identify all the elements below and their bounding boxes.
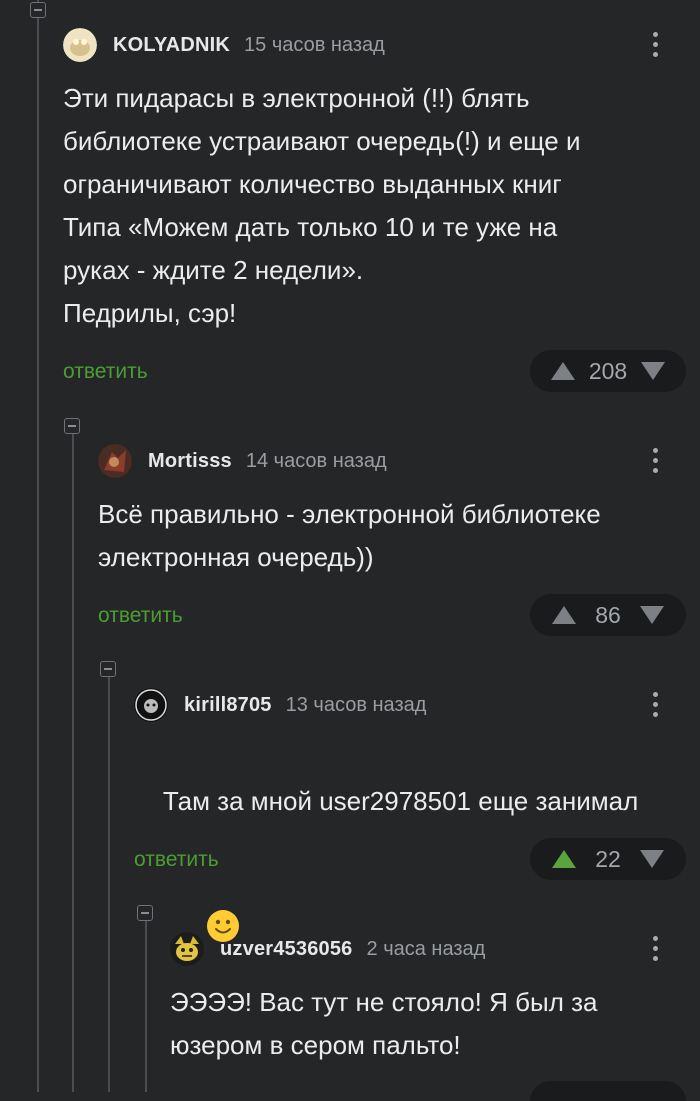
collapse-thread-button[interactable] [100,661,116,677]
avatar[interactable] [98,444,132,478]
more-options-icon[interactable] [650,445,660,475]
rating-control: 22 [530,838,686,880]
comment-text: Эти пидарасы в электронной (!!) блять би… [63,83,581,328]
username[interactable]: uzver4536056 [220,938,353,961]
comment-text-content: Там за мной user2978501 еще занимал [162,786,639,816]
thread-line [37,0,39,1092]
rating-control [530,1081,686,1101]
username[interactable]: Mortisss [148,450,232,473]
rating-count: 22 [595,845,621,872]
rating-control: 86 [530,594,686,636]
comment-header: Mortisss 14 часов назад [98,443,387,479]
comment-header: uzver4536056 2 часа назад [170,931,485,967]
comment: uzver4536056 2 часа назад ЭЭЭЭ! Вас тут … [170,931,700,1101]
timestamp: 2 часа назад [366,937,486,960]
more-options-icon[interactable] [650,689,660,719]
rating-control: 208 [530,350,686,392]
reply-button[interactable]: ответить [63,360,148,384]
username[interactable]: KOLYADNIK [113,34,230,57]
downvote-icon[interactable] [640,850,664,868]
comment: kirill8705 13 часов назад Там за мной us… [134,687,700,942]
upvote-icon[interactable] [552,606,576,624]
downvote-icon[interactable] [640,606,664,624]
upvote-icon[interactable] [550,362,575,380]
more-options-icon[interactable] [650,29,660,59]
username[interactable]: kirill8705 [184,694,272,717]
collapse-thread-button[interactable] [30,2,46,18]
rating-count: 86 [595,601,621,628]
timestamp: 14 часов назад [245,449,387,472]
upvote-icon[interactable] [552,850,576,868]
comment-text: ЭЭЭЭ! Вас тут не стояло! Я был за юзером… [170,987,598,1060]
rating-count: 208 [588,357,628,384]
more-options-icon[interactable] [650,933,660,963]
comment: KOLYADNIK 15 часов назад Эти пидарасы в … [63,27,700,397]
reply-button[interactable]: ответить [98,604,183,628]
reply-button[interactable]: ответить [134,848,219,872]
thread-line [72,430,74,1092]
timestamp: 15 часов назад [244,33,385,56]
comment-header: kirill8705 13 часов назад [134,687,426,723]
comment-header: KOLYADNIK 15 часов назад [63,27,385,63]
timestamp: 13 часов назад [285,693,427,716]
avatar[interactable] [170,932,204,966]
collapse-thread-button[interactable] [64,418,80,434]
comment: Mortisss 14 часов назад Всё правильно - … [98,443,700,643]
avatar[interactable] [63,28,97,62]
downvote-icon[interactable] [641,362,666,380]
thread-line [108,675,110,1092]
comment-text: Всё правильно - электронной библиотеке э… [98,499,601,572]
avatar[interactable] [134,688,168,722]
